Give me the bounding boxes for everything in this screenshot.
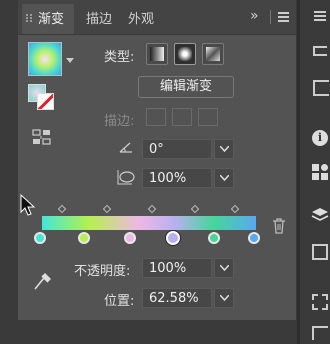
properties-icon[interactable] bbox=[313, 46, 327, 56]
hamburger-icon[interactable] bbox=[314, 10, 326, 22]
color-stop[interactable] bbox=[248, 232, 260, 244]
libraries-icon[interactable] bbox=[313, 80, 329, 96]
symbols-icon[interactable] bbox=[312, 164, 328, 180]
tab-gradient[interactable]: 渐变 bbox=[38, 8, 64, 27]
gradient-slider[interactable] bbox=[42, 216, 256, 230]
canvas-left-edge bbox=[0, 0, 18, 344]
aspect-ratio-icon bbox=[117, 170, 135, 185]
info-icon[interactable]: i bbox=[312, 130, 328, 146]
color-stop-selected[interactable] bbox=[166, 231, 180, 245]
mouse-cursor-icon bbox=[20, 194, 36, 216]
aspect-ratio-input[interactable]: 100% bbox=[142, 168, 212, 188]
freeform-gradient-button[interactable] bbox=[202, 43, 224, 65]
stroke-across-button[interactable] bbox=[198, 108, 218, 126]
type-label: 类型: bbox=[104, 50, 135, 65]
tab-appearance[interactable]: 外观 bbox=[128, 8, 154, 27]
stroke-label: 描边: bbox=[104, 114, 135, 129]
trash-icon[interactable] bbox=[272, 218, 286, 234]
panel-menu-icon[interactable] bbox=[278, 11, 289, 23]
color-stop[interactable] bbox=[78, 232, 90, 244]
color-stop[interactable] bbox=[34, 232, 46, 244]
color-stop[interactable] bbox=[124, 232, 136, 244]
layers-icon[interactable] bbox=[311, 206, 329, 224]
location-input[interactable]: 62.58% bbox=[142, 288, 212, 308]
panel-overflow-icon[interactable]: » bbox=[250, 8, 259, 24]
align-icon[interactable] bbox=[312, 326, 328, 340]
stroke-along-button[interactable] bbox=[172, 108, 192, 126]
fill-stroke-indicator[interactable] bbox=[28, 84, 54, 110]
location-dropdown[interactable] bbox=[214, 288, 234, 308]
opacity-dropdown[interactable] bbox=[214, 258, 234, 278]
color-stop[interactable] bbox=[208, 232, 220, 244]
reverse-gradient-icon[interactable] bbox=[32, 128, 52, 148]
tab-stroke[interactable]: 描边 bbox=[86, 8, 112, 27]
angle-input[interactable]: 0° bbox=[142, 139, 212, 159]
eyedropper-icon[interactable] bbox=[32, 270, 52, 292]
panel-bottom-edge bbox=[18, 320, 297, 344]
linear-gradient-button[interactable] bbox=[146, 43, 168, 65]
transform-icon[interactable] bbox=[312, 294, 328, 310]
aspect-ratio-dropdown[interactable] bbox=[214, 168, 234, 188]
edit-gradient-button[interactable]: 编辑渐变 bbox=[138, 76, 234, 98]
gradient-swatch[interactable] bbox=[28, 42, 62, 76]
artboards-icon[interactable] bbox=[312, 244, 328, 260]
panel-grip-icon[interactable] bbox=[26, 14, 32, 22]
opacity-input[interactable]: 100% bbox=[142, 258, 212, 278]
angle-dropdown[interactable] bbox=[214, 139, 234, 159]
tab-divider bbox=[270, 10, 271, 24]
angle-icon bbox=[119, 142, 132, 153]
location-label: 位置: bbox=[104, 294, 135, 309]
stroke-within-button[interactable] bbox=[146, 108, 166, 126]
opacity-label: 不透明度: bbox=[74, 264, 131, 279]
swatch-dropdown-icon[interactable] bbox=[66, 58, 74, 63]
radial-gradient-button[interactable] bbox=[174, 43, 196, 65]
